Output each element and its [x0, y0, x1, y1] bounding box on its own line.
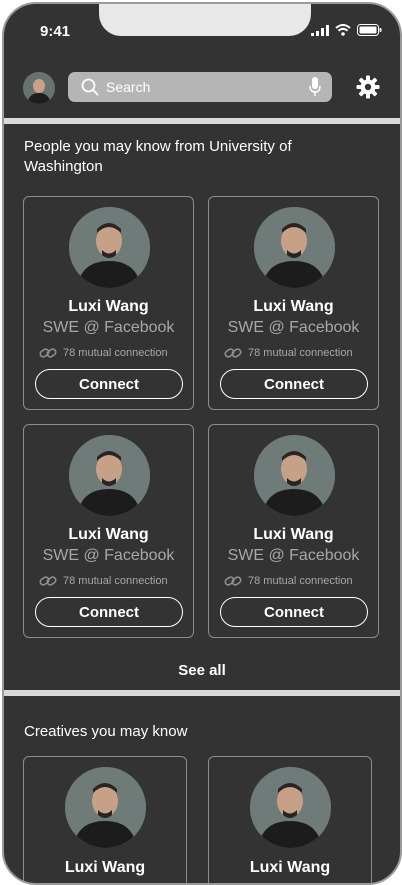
see-all-link[interactable]: See all: [4, 662, 400, 679]
connect-button[interactable]: Connect: [35, 369, 183, 399]
signal-icon: [311, 24, 329, 36]
person-role: SWE @ Facebook: [227, 319, 360, 336]
profile-photo[interactable]: [65, 767, 146, 848]
mutual-connections: 78 mutual connection: [39, 347, 168, 359]
avatar-image: [23, 72, 55, 104]
mutual-text: 78 mutual connection: [63, 575, 168, 587]
person-role: SWE @ Facebook: [42, 319, 175, 336]
person-name: Luxi Wang: [253, 298, 334, 315]
person-card[interactable]: Luxi Wang SWE @ Facebook 78 mutual conne…: [208, 424, 379, 638]
mutual-text: 78 mutual connection: [63, 347, 168, 359]
search-input[interactable]: Search: [68, 72, 332, 102]
status-icons: [311, 24, 382, 36]
avatar[interactable]: [23, 72, 55, 104]
gear-icon[interactable]: [356, 75, 380, 99]
top-header: Search: [4, 70, 400, 110]
mutual-connections: 78 mutual connection: [224, 575, 353, 587]
mutual-text: 78 mutual connection: [248, 575, 353, 587]
person-card[interactable]: Luxi Wang SWE @ Facebook 78 mutual conne…: [23, 424, 194, 638]
person-name: Luxi Wang: [253, 526, 334, 543]
link-icon: [224, 576, 242, 586]
connect-button[interactable]: Connect: [220, 597, 368, 627]
search-icon: [81, 78, 99, 96]
mutual-connections: 78 mutual connection: [224, 347, 353, 359]
profile-photo[interactable]: [69, 207, 150, 288]
section-divider: [4, 690, 400, 696]
profile-photo[interactable]: [254, 207, 335, 288]
mutual-text: 78 mutual connection: [248, 347, 353, 359]
notch: [99, 4, 311, 36]
profile-photo[interactable]: [254, 435, 335, 516]
connect-button[interactable]: Connect: [220, 369, 368, 399]
wifi-icon: [335, 24, 351, 36]
battery-icon: [357, 24, 382, 36]
person-name: Luxi Wang: [64, 859, 146, 876]
profile-photo[interactable]: [250, 767, 331, 848]
person-card[interactable]: Luxi Wang: [208, 756, 372, 883]
mutual-connections: 78 mutual connection: [39, 575, 168, 587]
person-card[interactable]: Luxi Wang SWE @ Facebook 78 mutual conne…: [208, 196, 379, 410]
profile-photo[interactable]: [69, 435, 150, 516]
section-divider: [4, 118, 400, 124]
person-role: SWE @ Facebook: [227, 547, 360, 564]
link-icon: [39, 576, 57, 586]
person-card[interactable]: Luxi Wang: [23, 756, 187, 883]
mic-icon[interactable]: [309, 77, 321, 97]
person-role: SWE @ Facebook: [42, 547, 175, 564]
person-name: Luxi Wang: [249, 859, 331, 876]
link-icon: [224, 348, 242, 358]
person-card[interactable]: Luxi Wang SWE @ Facebook 78 mutual conne…: [23, 196, 194, 410]
link-icon: [39, 348, 57, 358]
section-title: Creatives you may know: [24, 723, 188, 740]
connect-button[interactable]: Connect: [35, 597, 183, 627]
phone-frame: 9:41 Search People you may know from Uni…: [2, 2, 402, 885]
person-name: Luxi Wang: [68, 526, 149, 543]
section-title: People you may know from University of W…: [24, 138, 292, 175]
search-placeholder: Search: [106, 79, 151, 95]
status-time: 9:41: [40, 23, 71, 40]
person-name: Luxi Wang: [68, 298, 149, 315]
